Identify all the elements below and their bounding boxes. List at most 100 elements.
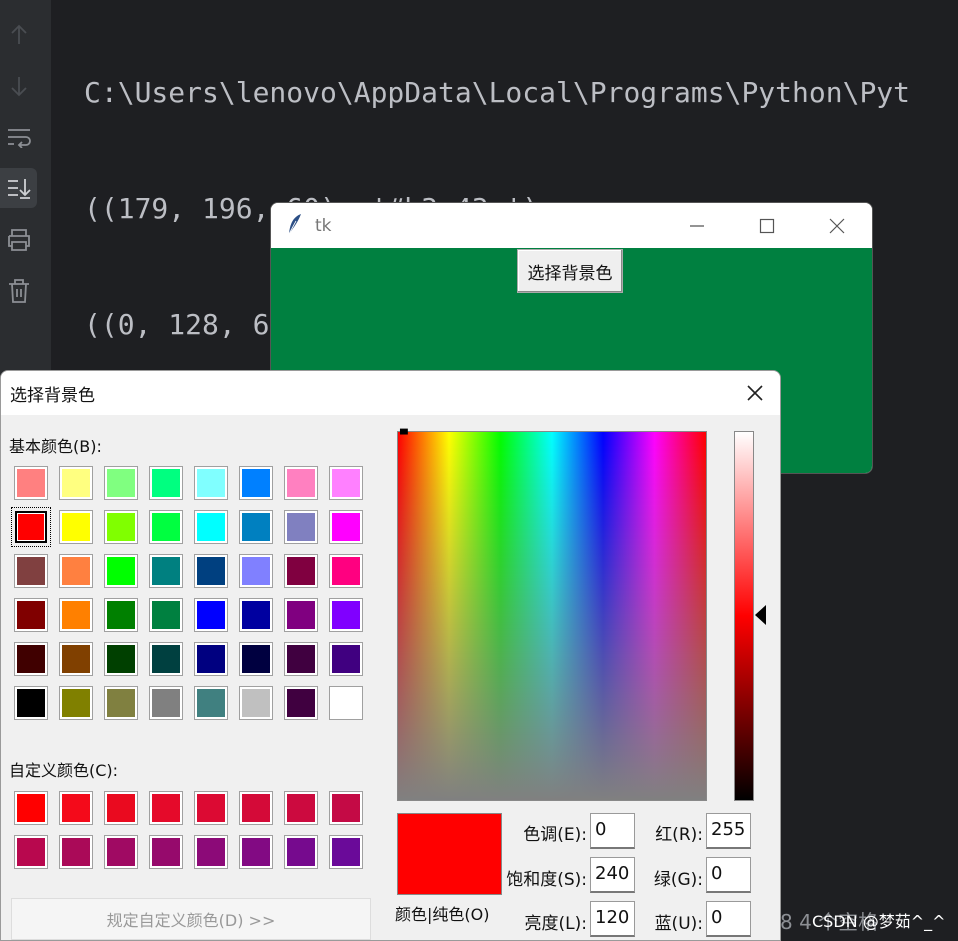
basic-color-swatch[interactable]: [59, 510, 93, 544]
console-line: C:\Users\lenovo\AppData\Local\Programs\P…: [84, 76, 911, 109]
define-custom-colors-button[interactable]: 规定自定义颜色(D) >>: [11, 898, 371, 940]
basic-color-swatch[interactable]: [11, 507, 51, 547]
basic-color-swatch[interactable]: [194, 686, 228, 720]
basic-color-swatch[interactable]: [104, 554, 138, 588]
basic-color-swatch[interactable]: [284, 598, 318, 632]
blue-field[interactable]: 0: [706, 901, 751, 937]
custom-color-swatch[interactable]: [329, 835, 363, 869]
basic-color-swatch[interactable]: [59, 466, 93, 500]
soft-wrap-icon[interactable]: [0, 117, 37, 157]
green-field[interactable]: 0: [706, 857, 751, 893]
custom-color-swatch[interactable]: [14, 835, 48, 869]
basic-color-swatch[interactable]: [14, 554, 48, 588]
red-label: 红(R):: [655, 825, 703, 845]
custom-color-swatch[interactable]: [239, 835, 273, 869]
blue-label: 蓝(U):: [654, 914, 703, 934]
custom-color-swatch[interactable]: [194, 791, 228, 825]
custom-color-swatch[interactable]: [59, 835, 93, 869]
basic-color-swatch[interactable]: [284, 510, 318, 544]
custom-colors-label: 自定义颜色(C):: [9, 761, 119, 780]
basic-color-swatch[interactable]: [104, 466, 138, 500]
scroll-to-end-icon[interactable]: [0, 168, 37, 208]
basic-color-swatch[interactable]: [239, 510, 273, 544]
basic-color-swatch[interactable]: [59, 642, 93, 676]
basic-color-swatch[interactable]: [59, 598, 93, 632]
basic-color-swatch[interactable]: [329, 554, 363, 588]
custom-color-swatch[interactable]: [104, 835, 138, 869]
basic-color-swatch[interactable]: [239, 642, 273, 676]
basic-color-swatch[interactable]: [149, 598, 183, 632]
basic-color-swatch[interactable]: [104, 642, 138, 676]
basic-color-swatch[interactable]: [194, 554, 228, 588]
luminance-label: 亮度(L):: [524, 914, 587, 934]
close-button[interactable]: [802, 203, 872, 248]
luminance-field[interactable]: 120: [590, 901, 635, 937]
crosshair-icon[interactable]: ▀: [400, 431, 412, 441]
custom-color-swatch[interactable]: [284, 835, 318, 869]
basic-color-swatch[interactable]: [239, 686, 273, 720]
custom-color-swatch[interactable]: [284, 791, 318, 825]
basic-color-swatch[interactable]: [284, 642, 318, 676]
color-dialog: 选择背景色 基本颜色(B): 自定义颜色(C): 规定自定义颜色(D) >> ▀…: [0, 370, 781, 941]
custom-color-swatch[interactable]: [59, 791, 93, 825]
basic-color-swatch[interactable]: [14, 598, 48, 632]
hue-label: 色调(E):: [523, 825, 587, 845]
basic-color-swatch[interactable]: [284, 466, 318, 500]
basic-color-swatch[interactable]: [149, 686, 183, 720]
basic-color-swatch[interactable]: [59, 686, 93, 720]
basic-color-swatch[interactable]: [149, 554, 183, 588]
luminance-arrow-icon[interactable]: [755, 605, 766, 625]
basic-color-swatch[interactable]: [194, 510, 228, 544]
custom-color-swatch[interactable]: [239, 791, 273, 825]
print-icon[interactable]: [0, 220, 37, 260]
basic-color-swatch[interactable]: [149, 510, 183, 544]
trash-icon[interactable]: [0, 271, 37, 311]
basic-color-swatch[interactable]: [104, 510, 138, 544]
choose-bg-color-button[interactable]: 选择背景色: [517, 249, 623, 293]
watermark: CSDN @梦茹^_^: [812, 912, 946, 931]
basic-color-swatch[interactable]: [329, 642, 363, 676]
basic-color-swatch[interactable]: [104, 686, 138, 720]
tk-title-bar[interactable]: tk: [271, 203, 872, 248]
basic-color-swatch[interactable]: [329, 466, 363, 500]
dialog-title-bar[interactable]: 选择背景色: [1, 371, 780, 415]
basic-color-swatch[interactable]: [149, 466, 183, 500]
custom-color-swatch[interactable]: [329, 791, 363, 825]
basic-color-swatch[interactable]: [239, 554, 273, 588]
basic-color-swatch[interactable]: [194, 598, 228, 632]
red-field[interactable]: 255: [706, 813, 751, 849]
basic-color-swatch[interactable]: [14, 642, 48, 676]
arrow-up-icon[interactable]: [0, 15, 37, 55]
basic-color-swatch[interactable]: [329, 598, 363, 632]
arrow-down-icon[interactable]: [0, 66, 37, 106]
custom-color-swatch[interactable]: [14, 791, 48, 825]
luminance-slider[interactable]: [734, 431, 754, 801]
basic-color-swatch[interactable]: [329, 510, 363, 544]
basic-color-swatch[interactable]: [104, 598, 138, 632]
basic-color-swatch[interactable]: [149, 642, 183, 676]
custom-color-swatch[interactable]: [194, 835, 228, 869]
tk-window-title: tk: [315, 215, 332, 236]
basic-color-swatch[interactable]: [284, 554, 318, 588]
saturation-label: 饱和度(S):: [506, 870, 587, 890]
basic-color-swatch[interactable]: [239, 598, 273, 632]
color-spectrum[interactable]: [397, 431, 707, 801]
basic-color-swatch[interactable]: [194, 642, 228, 676]
basic-color-swatch[interactable]: [194, 466, 228, 500]
dialog-title: 选择背景色: [10, 385, 95, 406]
minimize-button[interactable]: [662, 203, 732, 248]
basic-color-swatch[interactable]: [14, 466, 48, 500]
custom-color-swatch[interactable]: [149, 835, 183, 869]
basic-color-swatch[interactable]: [59, 554, 93, 588]
basic-color-swatch[interactable]: [284, 686, 318, 720]
custom-color-swatch[interactable]: [149, 791, 183, 825]
custom-color-swatch[interactable]: [104, 791, 138, 825]
hue-field[interactable]: 0: [590, 813, 635, 849]
basic-color-swatch[interactable]: [239, 466, 273, 500]
solid-color-label[interactable]: 颜色|纯色(O): [395, 901, 489, 925]
basic-color-swatch[interactable]: [329, 686, 363, 720]
maximize-button[interactable]: [732, 203, 802, 248]
basic-color-swatch[interactable]: [14, 686, 48, 720]
saturation-field[interactable]: 240: [590, 857, 635, 893]
dialog-close-button[interactable]: [730, 371, 780, 415]
